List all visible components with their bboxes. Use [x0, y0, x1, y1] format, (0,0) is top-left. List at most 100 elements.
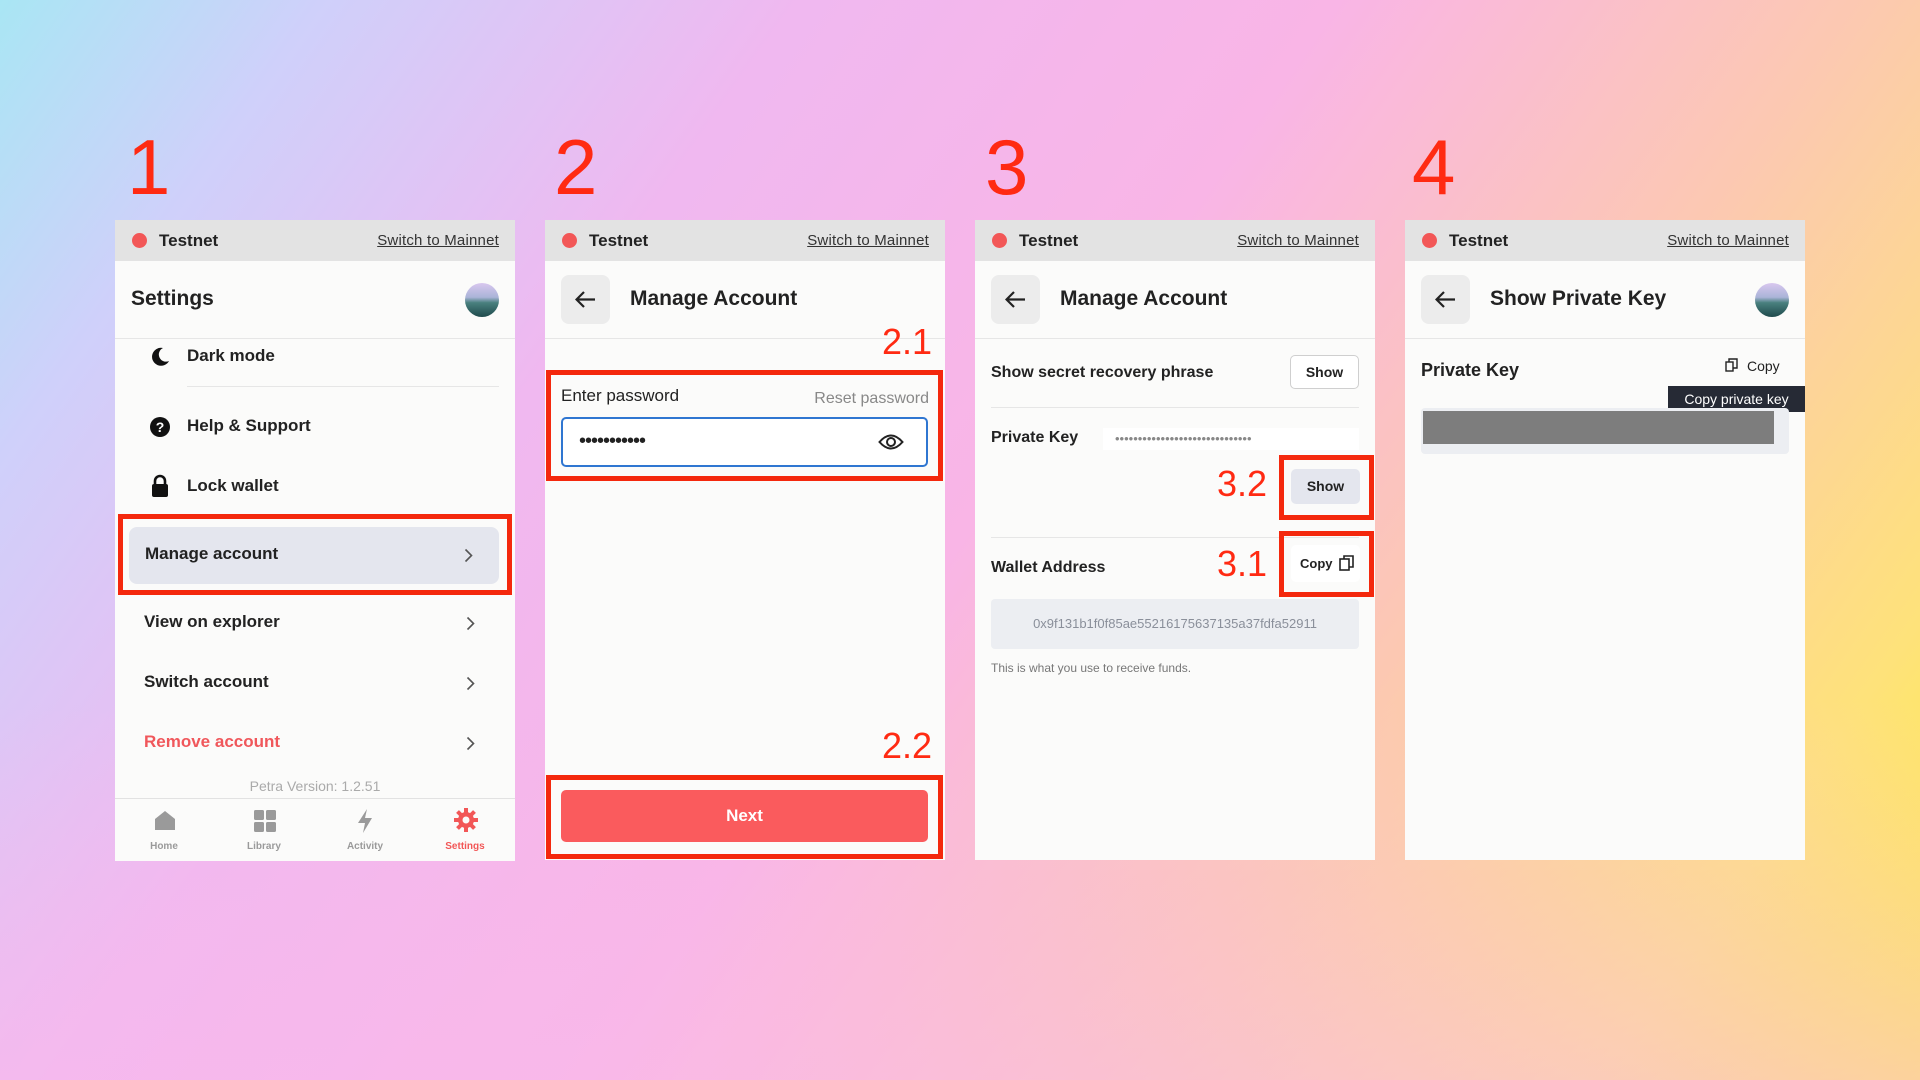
step-number-1: 1 — [127, 123, 171, 211]
step-number-3: 3 — [985, 123, 1029, 211]
chevron-right-icon — [466, 616, 475, 636]
password-input[interactable]: ••••••••••• — [561, 417, 928, 467]
show-private-key-button[interactable]: Show — [1291, 469, 1360, 504]
annotation-2-2: 2.2 — [882, 725, 933, 766]
network-bar: Testnet Switch to Mainnet — [975, 220, 1375, 261]
show-private-key-header: Show Private Key — [1405, 261, 1805, 339]
page-title: Manage Account — [1060, 287, 1228, 310]
svg-text:?: ? — [156, 419, 165, 435]
nav-home[interactable]: Home — [129, 803, 199, 859]
nav-library[interactable]: Library — [229, 803, 299, 859]
step-number-4: 4 — [1412, 123, 1456, 211]
network-bar: Testnet Switch to Mainnet — [115, 220, 515, 261]
step-number-2: 2 — [554, 123, 598, 211]
annotation-3-1: 3.1 — [1217, 543, 1268, 584]
copy-private-key-button[interactable]: Copy — [1721, 356, 1791, 380]
version-text: Petra Version: 1.2.51 — [249, 778, 381, 794]
show-secret-phrase-button[interactable]: Show — [1290, 355, 1359, 389]
settings-item-label: Dark mode — [187, 346, 275, 365]
arrow-left-icon — [1004, 290, 1026, 314]
enter-password-panel: Testnet Switch to Mainnet Manage Account… — [545, 220, 945, 860]
settings-item-label: Help & Support — [187, 416, 311, 435]
copy-icon — [1339, 555, 1354, 574]
arrow-left-icon — [574, 290, 596, 314]
settings-item-dark-mode[interactable]: Dark mode — [115, 332, 515, 382]
nav-label: Home — [150, 841, 178, 852]
highlight-box-manage-account — [118, 514, 512, 595]
back-button[interactable] — [1421, 275, 1470, 324]
nav-activity[interactable]: Activity — [330, 803, 400, 859]
switch-to-mainnet-link[interactable]: Switch to Mainnet — [1667, 232, 1789, 249]
settings-item-switch-account[interactable]: Switch account — [115, 658, 515, 708]
arrow-left-icon — [1434, 290, 1456, 314]
settings-header: Settings — [115, 261, 515, 339]
switch-to-mainnet-link[interactable]: Switch to Mainnet — [807, 232, 929, 249]
back-button[interactable] — [561, 275, 610, 324]
network-bar: Testnet Switch to Mainnet — [1405, 220, 1805, 261]
wallet-address-label: Wallet Address — [991, 559, 1106, 576]
nav-settings[interactable]: Settings — [430, 803, 500, 859]
wallet-address-field[interactable]: 0x9f131b1f0f85ae55216175637135a37fdfa529… — [991, 599, 1359, 649]
annotation-3-2: 3.2 — [1217, 463, 1268, 504]
nav-label: Settings — [445, 841, 485, 852]
page-title: Show Private Key — [1490, 287, 1667, 310]
gear-icon — [454, 808, 478, 837]
settings-item-label: Lock wallet — [187, 476, 279, 495]
manage-account-header: Manage Account — [975, 261, 1375, 339]
copy-icon — [1725, 358, 1738, 377]
network-status-dot — [1422, 233, 1437, 248]
divider — [991, 407, 1359, 408]
copy-label: Copy — [1300, 556, 1333, 571]
avatar[interactable] — [465, 283, 499, 317]
grid-icon — [253, 809, 277, 838]
chevron-right-icon — [466, 676, 475, 696]
annotation-2-1: 2.1 — [882, 321, 933, 362]
reset-password-link[interactable]: Reset password — [814, 390, 929, 408]
settings-item-help-support[interactable]: ? Help & Support — [115, 402, 515, 452]
show-private-key-panel: Testnet Switch to Mainnet Show Private K… — [1405, 220, 1805, 860]
network-bar: Testnet Switch to Mainnet — [545, 220, 945, 261]
switch-to-mainnet-link[interactable]: Switch to Mainnet — [1237, 232, 1359, 249]
page-title: Settings — [131, 287, 214, 310]
network-name: Testnet — [1019, 231, 1079, 250]
network-name: Testnet — [589, 231, 649, 250]
nav-label: Library — [247, 841, 281, 852]
network-status-dot — [562, 233, 577, 248]
lock-icon — [149, 474, 171, 503]
settings-item-label: View on explorer — [144, 612, 280, 631]
private-key-label: Private Key — [991, 429, 1079, 446]
eye-icon[interactable] — [878, 431, 904, 458]
switch-to-mainnet-link[interactable]: Switch to Mainnet — [377, 232, 499, 249]
bolt-icon — [356, 808, 374, 839]
moon-icon — [149, 346, 171, 373]
network-name: Testnet — [1449, 231, 1509, 250]
copy-label: Copy — [1747, 358, 1780, 374]
back-button[interactable] — [991, 275, 1040, 324]
secret-phrase-label: Show secret recovery phrase — [991, 364, 1214, 381]
settings-item-lock-wallet[interactable]: Lock wallet — [115, 462, 515, 512]
nav-label: Activity — [346, 841, 384, 852]
network-status-dot — [992, 233, 1007, 248]
private-key-field[interactable] — [1421, 408, 1789, 454]
copy-address-button[interactable]: Copy — [1291, 545, 1360, 582]
wallet-address-hint: This is what you use to receive funds. — [991, 661, 1192, 675]
password-label: Enter password — [561, 386, 680, 405]
settings-panel: Testnet Switch to Mainnet Settings Dark … — [115, 220, 515, 861]
network-status-dot — [132, 233, 147, 248]
bottom-nav: Home Library Activity Settings — [115, 798, 515, 861]
help-icon: ? — [149, 416, 171, 443]
settings-item-label: Remove account — [144, 732, 281, 751]
avatar[interactable] — [1755, 283, 1789, 317]
divider — [187, 386, 499, 387]
private-key-hidden: •••••••••••••••••••••••••••••• — [1103, 428, 1359, 450]
manage-account-panel: Testnet Switch to Mainnet Manage Account… — [975, 220, 1375, 860]
settings-item-view-on-explorer[interactable]: View on explorer — [115, 598, 515, 648]
home-icon — [153, 809, 177, 836]
private-key-label: Private Key — [1421, 360, 1520, 380]
next-button[interactable]: Next — [561, 790, 928, 842]
settings-item-label: Switch account — [144, 672, 269, 691]
network-name: Testnet — [159, 231, 219, 250]
page-title: Manage Account — [630, 287, 798, 310]
settings-item-remove-account[interactable]: Remove account — [115, 718, 515, 768]
private-key-redaction — [1423, 411, 1774, 444]
